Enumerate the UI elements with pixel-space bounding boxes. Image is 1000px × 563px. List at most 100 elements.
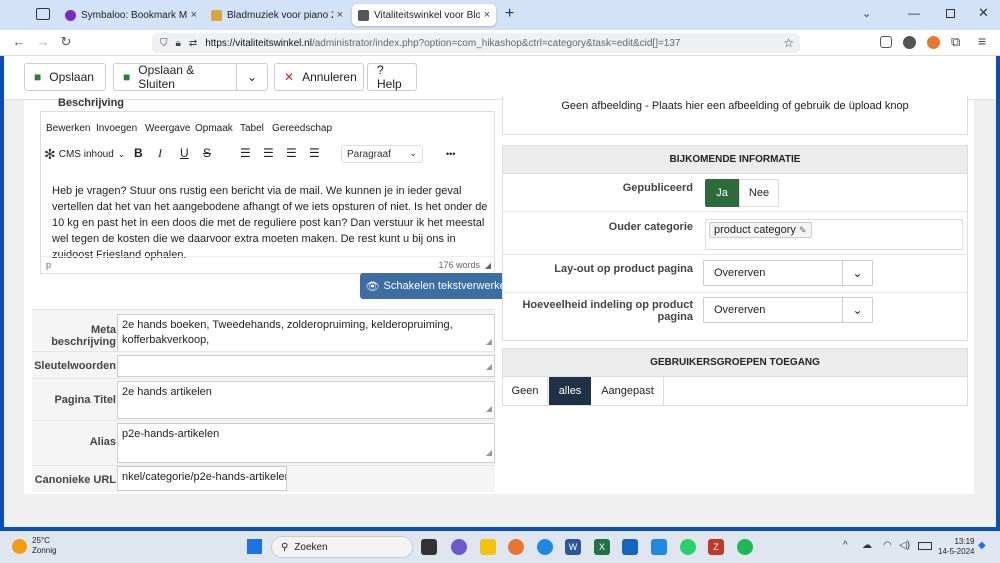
minimize-icon[interactable]: — <box>908 6 920 20</box>
keywords-field[interactable]: ◢ <box>117 355 495 377</box>
windows-taskbar: 25°C Zonnig ⚲ Zoeken W X Z ^ ☁ ◠ ◁) 13:1… <box>0 531 1000 563</box>
cloud-icon[interactable]: ☁ <box>862 540 872 551</box>
battery-icon[interactable] <box>918 542 932 550</box>
menu-icon[interactable]: ≡ <box>978 33 986 49</box>
excel-icon[interactable]: X <box>594 539 610 555</box>
extension-icon[interactable] <box>903 36 916 49</box>
italic-button[interactable]: I <box>158 146 162 161</box>
whatsapp-icon[interactable] <box>680 539 696 555</box>
tab-overview-icon[interactable] <box>36 8 50 20</box>
edit-pencil-icon[interactable]: ✎ <box>799 225 807 235</box>
sun-icon <box>12 538 27 554</box>
toggle-editor-button[interactable]: 👁︎ Schakelen tekstverwerker <box>360 273 515 299</box>
extensions-puzzle-icon[interactable]: ⧉ <box>951 34 960 50</box>
cms-content-button[interactable]: ✻ CMS inhoud ⌄ <box>44 146 125 163</box>
page-title-field[interactable]: 2e hands artikelen ◢ <box>117 381 495 419</box>
published-no-button[interactable]: Nee <box>739 179 779 207</box>
reload-icon[interactable]: ↻ <box>57 34 75 50</box>
resize-grip-icon[interactable]: ◢ <box>486 401 492 416</box>
edge-icon[interactable] <box>537 539 553 555</box>
save-options-dropdown[interactable]: ⌄ <box>236 63 268 91</box>
meta-description-field[interactable]: 2e hands boeken, Tweedehands, zolderopru… <box>117 314 495 352</box>
bookmark-star-icon[interactable]: ☆ <box>783 36 794 50</box>
menu-format[interactable]: Opmaak <box>195 123 233 134</box>
strikethrough-button[interactable]: S <box>203 146 211 160</box>
clock[interactable]: 13:19 14-5-2024 <box>938 537 974 557</box>
meta-description-label: Meta beschrijving <box>51 324 116 348</box>
firefox-icon[interactable] <box>508 539 524 555</box>
save-icon: ■ <box>123 70 131 84</box>
quantity-layout-select[interactable]: Overerven ⌄ <box>703 297 873 323</box>
resize-handle-icon[interactable]: ◢ <box>485 261 491 270</box>
menu-insert[interactable]: Invoegen <box>96 123 137 134</box>
additional-info-panel: BIJKOMENDE INFORMATIE Gepubliceerd Ja Ne… <box>502 145 968 341</box>
element-path[interactable]: p <box>46 260 51 270</box>
new-tab-button[interactable]: + <box>505 5 514 23</box>
volume-icon[interactable]: ◁) <box>899 540 910 551</box>
access-custom-button[interactable]: Aangepast <box>592 377 664 405</box>
tab-vitaliteitswinkel[interactable]: Vitaliteitswinkel voor Bloesem × <box>352 4 496 26</box>
pocket-icon[interactable] <box>880 36 892 48</box>
tab-bladmuziek[interactable]: Bladmuziek voor piano 2e hands × <box>205 4 349 26</box>
chat-icon[interactable] <box>451 539 467 555</box>
align-center-icon[interactable]: ☰ <box>263 146 274 160</box>
help-button[interactable]: ? Help <box>367 63 417 91</box>
tray-chevron-icon[interactable]: ^ <box>843 540 848 551</box>
file-explorer-icon[interactable] <box>480 539 496 555</box>
filezilla-icon[interactable]: Z <box>708 539 724 555</box>
eye-icon: 👁︎ <box>365 280 380 293</box>
cancel-button[interactable]: ✕ Annuleren <box>274 63 364 91</box>
align-left-icon[interactable]: ☰ <box>240 146 251 160</box>
profile-icon[interactable] <box>927 36 940 49</box>
store-icon[interactable] <box>651 539 667 555</box>
save-button[interactable]: ■ Opslaan <box>24 63 106 91</box>
layout-select[interactable]: Overerven ⌄ <box>703 260 873 286</box>
access-none-button[interactable]: Geen <box>503 377 548 405</box>
editor-text[interactable]: Heb je vragen? Stuur ons rustig een beri… <box>52 183 492 263</box>
close-icon[interactable]: × <box>337 9 343 21</box>
address-bar[interactable]: ⛉ 🔒︎ ⇄ https://vitaliteitswinkel.nl/admi… <box>152 33 800 53</box>
tab-symbaloo[interactable]: Symbaloo: Bookmark Manager × <box>59 4 203 26</box>
menu-tools[interactable]: Gereedschap <box>272 123 332 134</box>
tab-list-chevron-icon[interactable]: ⌄ <box>862 7 871 20</box>
maximize-icon[interactable] <box>946 9 955 18</box>
taskbar-search[interactable]: ⚲ Zoeken <box>271 536 413 558</box>
permissions-icon[interactable]: ⇄ <box>189 38 197 49</box>
paragraph-select[interactable]: Paragraaf ⌄ <box>341 145 423 163</box>
published-yes-button[interactable]: Ja <box>705 179 739 207</box>
forward-arrow-icon[interactable]: → <box>34 34 52 49</box>
resize-grip-icon[interactable]: ◢ <box>486 334 492 349</box>
close-icon[interactable]: × <box>484 9 490 21</box>
access-all-button[interactable]: alles <box>549 377 591 405</box>
taskview-icon[interactable] <box>421 539 437 555</box>
menu-edit[interactable]: Bewerken <box>46 123 90 134</box>
menu-table[interactable]: Tabel <box>240 123 264 134</box>
spotify-icon[interactable] <box>737 539 753 555</box>
back-arrow-icon[interactable]: ← <box>10 34 28 49</box>
bold-button[interactable]: B <box>134 146 143 160</box>
wifi-icon[interactable]: ◠ <box>883 540 892 551</box>
close-window-icon[interactable]: ✕ <box>978 5 989 21</box>
alias-field[interactable]: p2e-hands-artikelen ◢ <box>117 423 495 463</box>
save-close-button[interactable]: ■ Opslaan & Sluiten <box>113 63 237 91</box>
alias-value: p2e-hands-artikelen <box>122 428 220 440</box>
notification-bell-icon[interactable]: ◆ <box>978 540 986 551</box>
parent-category-tag[interactable]: product category ✎ <box>709 222 812 238</box>
start-button[interactable] <box>247 539 262 554</box>
word-icon[interactable]: W <box>565 539 581 555</box>
alias-label: Alias <box>89 436 116 448</box>
align-justify-icon[interactable]: ☰ <box>309 146 320 160</box>
save-icon: ■ <box>34 70 42 84</box>
menu-view[interactable]: Weergave <box>145 123 190 134</box>
more-options-icon[interactable]: ••• <box>446 149 455 159</box>
weather-widget[interactable]: 25°C Zonnig <box>12 536 56 556</box>
parent-category-field[interactable]: product category ✎ <box>705 219 963 250</box>
canonical-url-field[interactable]: nkel/categorie/p2e-hands-artikelen <box>117 466 287 491</box>
notes-icon[interactable] <box>622 539 638 555</box>
close-icon[interactable]: × <box>191 9 197 21</box>
resize-grip-icon[interactable]: ◢ <box>486 359 492 374</box>
align-right-icon[interactable]: ☰ <box>286 146 297 160</box>
underline-button[interactable]: U <box>180 146 189 160</box>
published-row: Gepubliceerd Ja Nee <box>503 174 967 211</box>
resize-grip-icon[interactable]: ◢ <box>486 445 492 460</box>
